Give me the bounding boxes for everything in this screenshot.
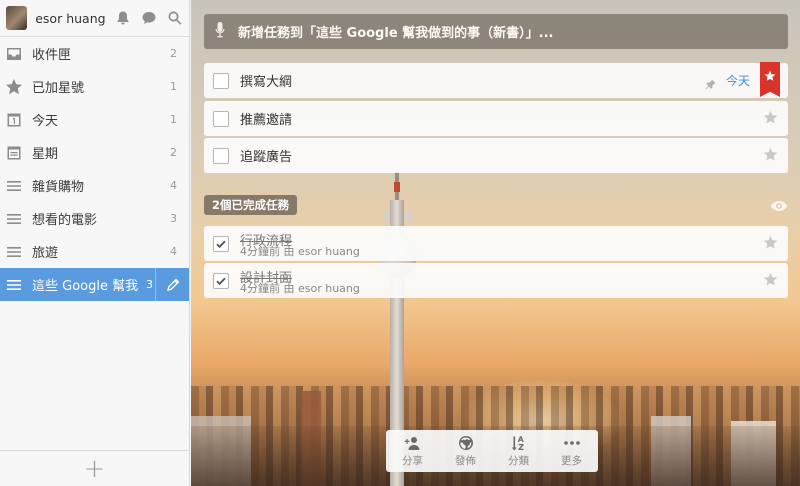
sidebar-item-label: 雜貨購物 — [32, 180, 85, 195]
star-icon[interactable] — [763, 235, 778, 254]
sidebar-item-label: 已加星號 — [32, 81, 85, 96]
task-row[interactable]: 追蹤廣告 — [204, 138, 788, 173]
add-person-icon — [404, 436, 419, 450]
plus-icon: + — [83, 453, 106, 484]
pencil-icon — [166, 278, 179, 291]
sidebar-item-count: 4 — [170, 245, 177, 258]
sidebar-item-label: 今天 — [32, 114, 59, 129]
task-title: 撰寫大綱 — [240, 75, 293, 90]
sidebar-item-label: 旅遊 — [32, 246, 59, 261]
edit-list-button[interactable] — [155, 268, 189, 301]
task-meta: 4分鐘前 由 esor huang — [240, 245, 360, 258]
eye-icon[interactable] — [770, 197, 788, 216]
task-checkbox[interactable] — [213, 110, 229, 127]
task-row[interactable]: 撰寫大綱 今天 — [204, 62, 788, 98]
sidebar-item-inbox[interactable]: 收件匣 2 — [0, 37, 189, 70]
sidebar-item-label: 想看的電影 — [32, 213, 98, 228]
sidebar-item-count: 1 — [170, 80, 177, 93]
task-checkbox[interactable] — [213, 147, 229, 164]
sidebar: esor huang 收件匣 2 已加星號 1 今天 1 星期 2 雜貨購物 4… — [0, 0, 190, 486]
globe-icon — [458, 435, 473, 450]
sidebar-item-count: 2 — [170, 146, 177, 159]
task-row[interactable]: 推薦邀請 — [204, 101, 788, 136]
user-name[interactable]: esor huang — [35, 11, 105, 26]
check-icon — [216, 277, 226, 285]
pin-icon[interactable] — [705, 75, 716, 94]
more-button[interactable]: 更多 — [545, 430, 598, 472]
calendar-week-icon — [5, 144, 23, 162]
sidebar-item-count: 3 — [170, 212, 177, 225]
star-icon[interactable] — [763, 147, 778, 166]
star-icon[interactable] — [763, 110, 778, 129]
sort-label: 分類 — [508, 454, 529, 467]
task-meta: 4分鐘前 由 esor huang — [240, 282, 360, 295]
calendar-day-icon — [5, 111, 23, 129]
sidebar-list: 收件匣 2 已加星號 1 今天 1 星期 2 雜貨購物 4 想看的電影 3 旅遊… — [0, 37, 189, 301]
sidebar-item-label: 這些 Google 幫我 — [32, 279, 139, 294]
sidebar-item-count: 3 — [146, 278, 153, 291]
task-title: 追蹤廣告 — [240, 150, 293, 165]
sidebar-item-week[interactable]: 星期 2 — [0, 136, 189, 169]
sidebar-item-today[interactable]: 今天 1 — [0, 103, 189, 136]
task-checkbox[interactable] — [213, 72, 229, 89]
task-checkbox-checked[interactable] — [213, 272, 229, 289]
bell-icon[interactable] — [115, 9, 132, 28]
search-icon[interactable] — [166, 9, 183, 28]
add-task-placeholder: 新增任務到「這些 Google 幫我做到的事（新書）」... — [238, 26, 554, 41]
sidebar-item-count: 4 — [170, 179, 177, 192]
completed-tasks-toggle[interactable]: 2個已完成任務 — [204, 195, 298, 215]
sort-az-icon — [511, 435, 524, 450]
list-icon — [5, 276, 23, 294]
inbox-icon — [5, 45, 23, 63]
list-icon — [5, 243, 23, 261]
star-icon — [764, 70, 776, 81]
star-icon[interactable] — [763, 272, 778, 291]
list-icon — [5, 210, 23, 228]
sidebar-item-count: 2 — [170, 47, 177, 60]
share-label: 分享 — [402, 454, 423, 467]
share-button[interactable]: 分享 — [386, 430, 439, 472]
sidebar-item-starred[interactable]: 已加星號 1 — [0, 70, 189, 103]
check-icon — [216, 240, 226, 248]
more-label: 更多 — [561, 454, 582, 467]
avatar[interactable] — [6, 6, 28, 30]
sidebar-item-label: 收件匣 — [32, 48, 72, 63]
task-checkbox-checked[interactable] — [213, 235, 229, 252]
sidebar-item-movies[interactable]: 想看的電影 3 — [0, 202, 189, 235]
microphone-icon[interactable] — [214, 21, 226, 43]
completed-task-row[interactable]: 行政流程 4分鐘前 由 esor huang — [204, 226, 788, 261]
sidebar-header: esor huang — [0, 0, 189, 37]
more-dots-icon — [563, 440, 580, 445]
sidebar-item-google-book[interactable]: 這些 Google 幫我 3 — [0, 268, 189, 301]
add-task-input[interactable]: 新增任務到「這些 Google 幫我做到的事（新書）」... — [204, 14, 788, 49]
task-title: 推薦邀請 — [240, 113, 293, 128]
publish-button[interactable]: 發佈 — [439, 430, 492, 472]
due-date[interactable]: 今天 — [726, 72, 750, 89]
sort-button[interactable]: 分類 — [492, 430, 545, 472]
list-icon — [5, 177, 23, 195]
add-list-button[interactable]: + — [0, 450, 189, 486]
starred-flag[interactable] — [760, 62, 780, 97]
sidebar-item-label: 星期 — [32, 147, 59, 162]
star-icon — [5, 78, 23, 96]
comment-icon[interactable] — [140, 9, 157, 28]
sidebar-item-travel[interactable]: 旅遊 4 — [0, 235, 189, 268]
sidebar-item-count: 1 — [170, 113, 177, 126]
list-toolbar: 分享 發佈 分類 更多 — [386, 430, 598, 472]
completed-task-row[interactable]: 設計封面 4分鐘前 由 esor huang — [204, 263, 788, 298]
publish-label: 發佈 — [455, 454, 476, 467]
sidebar-item-groceries[interactable]: 雜貨購物 4 — [0, 169, 189, 202]
